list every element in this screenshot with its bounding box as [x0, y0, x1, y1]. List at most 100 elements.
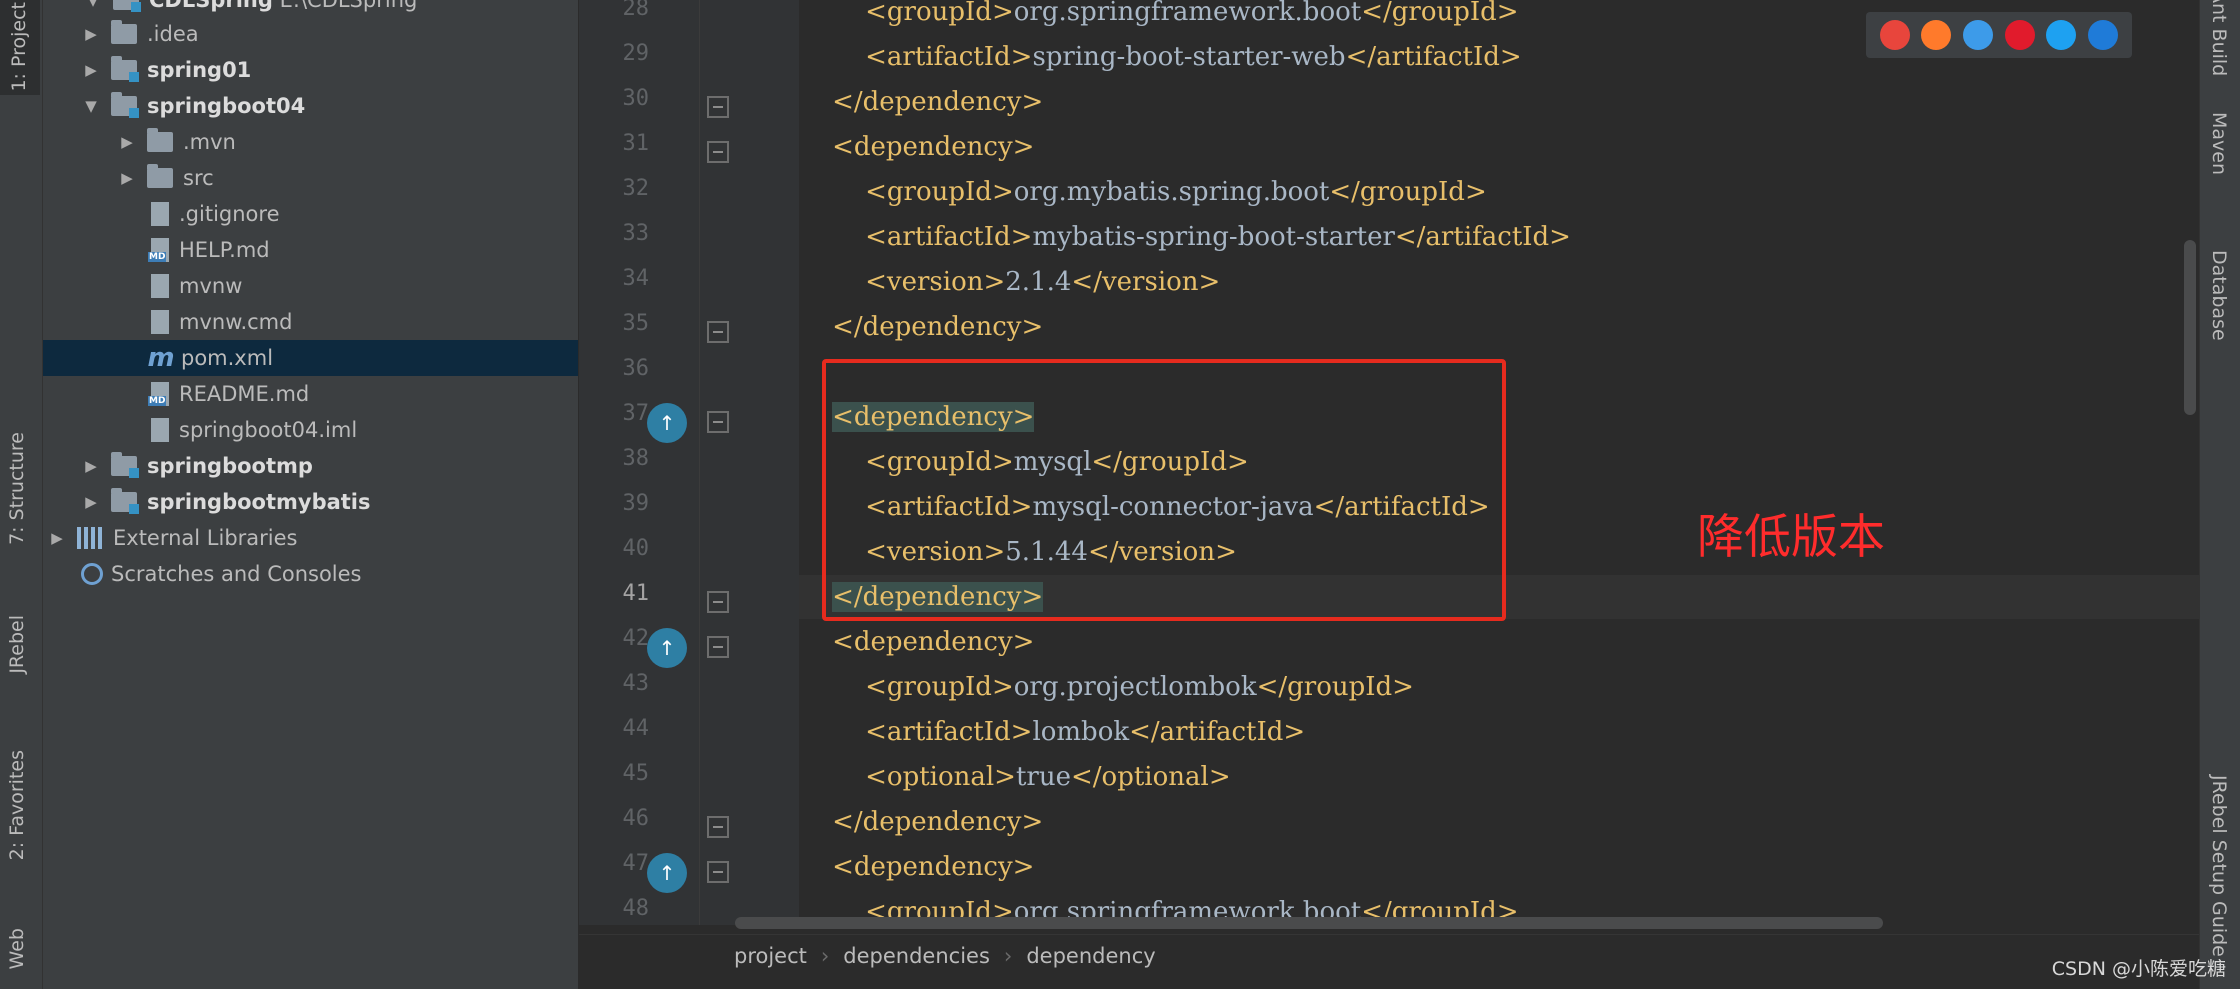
tab-jrebel-setup[interactable]: JRebel Setup Guide	[2208, 775, 2230, 957]
tab-ant-build[interactable]: Ant Build	[2208, 0, 2230, 76]
override-marker-icon[interactable]: ↑	[647, 853, 687, 893]
code-line[interactable]: <optional>true</optional>	[799, 755, 2199, 799]
code-line[interactable]: <groupId>org.projectlombok</groupId>	[799, 665, 2199, 709]
vertical-scrollbar[interactable]	[2184, 240, 2196, 415]
xml-open-tag: <dependency>	[832, 132, 1035, 162]
line-number: 41	[622, 581, 650, 606]
tab-maven[interactable]: Maven	[2208, 112, 2230, 175]
fold-marker-icon[interactable]	[707, 411, 729, 433]
module-folder-icon	[111, 92, 139, 118]
file-icon	[151, 310, 169, 334]
xml-close-tag: </artifactId>	[1129, 717, 1306, 747]
opera-icon[interactable]	[2004, 20, 2035, 50]
code-line[interactable]: </dependency>	[799, 305, 2199, 349]
tree-item-springbootmp[interactable]: ▶ springbootmp	[43, 448, 578, 484]
tree-item-label: mvnw	[179, 274, 243, 298]
file-icon	[151, 202, 169, 226]
code-line[interactable]: </dependency>	[799, 80, 2199, 124]
tree-item-scratches[interactable]: Scratches and Consoles	[43, 556, 578, 592]
breadcrumb-item-dependencies[interactable]: dependencies	[843, 944, 990, 968]
code-line[interactable]: <artifactId>mybatis-spring-boot-starter<…	[799, 215, 2199, 259]
tree-item-src[interactable]: ▶ src	[43, 160, 578, 196]
fold-marker-icon[interactable]	[707, 591, 729, 613]
fold-marker-icon[interactable]	[707, 861, 729, 883]
tab-favorites[interactable]: 2: Favorites	[6, 750, 28, 860]
edge-icon[interactable]	[2088, 20, 2119, 50]
breadcrumb-item-project[interactable]: project	[734, 944, 807, 968]
code-line[interactable]: </dependency>	[799, 800, 2199, 844]
watermark: CSDN @小陈爱吃糖	[2051, 958, 2226, 980]
tree-root-path: E:\CDLSpring	[279, 0, 418, 12]
tree-item-springboot04[interactable]: ▼ springboot04	[43, 88, 578, 124]
tree-item-iml[interactable]: springboot04.iml	[43, 412, 578, 448]
tree-item-mvnw[interactable]: mvnw	[43, 268, 578, 304]
ie-icon[interactable]	[2046, 20, 2077, 50]
xml-text: spring-boot-starter-web	[1032, 42, 1346, 72]
tree-item-label: src	[183, 166, 214, 190]
fold-marker-icon[interactable]	[707, 96, 729, 118]
tree-item-external-libraries[interactable]: ▶ External Libraries	[43, 520, 578, 556]
tab-jrebel[interactable]: JRebel	[6, 615, 28, 674]
code-line[interactable]: <dependency>	[799, 845, 2199, 889]
line-number: 46	[622, 806, 650, 831]
tree-item-mvn[interactable]: ▶ .mvn	[43, 124, 578, 160]
tree-item-spring01[interactable]: ▶ spring01	[43, 52, 578, 88]
code-line[interactable]: <dependency>	[799, 620, 2199, 664]
tree-item-pom-xml[interactable]: m pom.xml	[43, 340, 578, 376]
tree-item-label: springboot04.iml	[179, 418, 358, 442]
xml-text: org.springframework.boot	[1013, 0, 1362, 27]
xml-open-tag: </dependency>	[832, 87, 1044, 117]
tree-item-label: springbootmybatis	[147, 490, 371, 514]
tree-item-help-md[interactable]: HELP.md	[43, 232, 578, 268]
fold-marker-icon[interactable]	[707, 816, 729, 838]
xml-open-tag: <artifactId>	[865, 717, 1033, 747]
breadcrumb-item-dependency[interactable]: dependency	[1026, 944, 1155, 968]
xml-text: mybatis-spring-boot-starter	[1032, 222, 1395, 252]
tree-item-label: .mvn	[183, 130, 236, 154]
tab-structure[interactable]: 7: Structure	[6, 432, 28, 545]
module-file-icon	[151, 418, 169, 442]
xml-close-tag: </groupId>	[1256, 672, 1414, 702]
tree-item-mvnw-cmd[interactable]: mvnw.cmd	[43, 304, 578, 340]
markdown-file-icon	[148, 238, 169, 262]
file-icon	[151, 274, 169, 298]
horizontal-scrollbar[interactable]	[735, 917, 1883, 929]
safari-icon[interactable]	[1963, 20, 1994, 50]
code-line[interactable]: <groupId>org.mybatis.spring.boot</groupI…	[799, 170, 2199, 214]
module-folder-icon	[111, 56, 139, 82]
fold-marker-icon[interactable]	[707, 141, 729, 163]
tree-item-readme-md[interactable]: README.md	[43, 376, 578, 412]
code-line[interactable]: <artifactId>lombok</artifactId>	[799, 710, 2199, 754]
fold-marker-icon[interactable]	[707, 636, 729, 658]
xml-text: lombok	[1032, 717, 1130, 747]
xml-open-tag: <artifactId>	[865, 42, 1033, 72]
tab-project[interactable]: 1: Project	[0, 0, 40, 95]
tab-web[interactable]: Web	[6, 928, 28, 969]
tree-item-springbootmybatis[interactable]: ▶ springbootmybatis	[43, 484, 578, 520]
chrome-icon[interactable]	[1879, 20, 1910, 50]
code-line[interactable]: <dependency>	[799, 125, 2199, 169]
override-marker-icon[interactable]: ↑	[647, 403, 687, 443]
tree-root-label: CDLSpring	[149, 0, 273, 12]
xml-close-tag: </groupId>	[1329, 177, 1487, 207]
firefox-icon[interactable]	[1921, 20, 1952, 50]
line-number: 48	[622, 896, 650, 921]
left-tool-strip: 1: Project 7: Structure JRebel 2: Favori…	[0, 0, 43, 989]
override-marker-icon[interactable]: ↑	[647, 628, 687, 668]
fold-marker-icon[interactable]	[707, 321, 729, 343]
tree-item-label: HELP.md	[179, 238, 270, 262]
tree-item-label: External Libraries	[113, 526, 298, 550]
xml-text: org.mybatis.spring.boot	[1013, 177, 1330, 207]
tab-database[interactable]: Database	[2208, 250, 2230, 341]
tree-item-idea[interactable]: ▶ .idea	[43, 16, 578, 52]
line-number: 34	[622, 266, 650, 291]
tree-item-gitignore[interactable]: .gitignore	[43, 196, 578, 232]
code-line[interactable]: <version>2.1.4</version>	[799, 260, 2199, 304]
